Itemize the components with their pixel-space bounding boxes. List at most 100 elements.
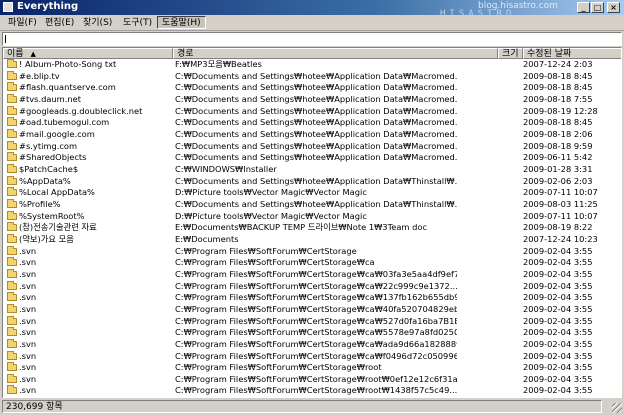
item-name: .svn (19, 280, 37, 291)
item-path: C:₩Program Files₩SoftForum₩CertStorage₩c… (175, 280, 457, 291)
item-name: .svn (19, 245, 37, 256)
item-path: C:₩Documents and Settings₩hotee₩Applicat… (175, 70, 457, 81)
menu-tools[interactable]: 도구(T) (118, 16, 157, 29)
folder-icon (7, 93, 17, 103)
item-name: #SharedObjects (19, 152, 87, 163)
list-item[interactable]: #googleads.g.doubleclick.net C:₩Documents… (3, 105, 621, 118)
item-name: #s.ytimg.com (19, 140, 78, 151)
menu-search[interactable]: 찾기(S) (78, 16, 117, 29)
item-name: #mail.google.com (19, 128, 95, 139)
folder-icon (7, 82, 17, 92)
folder-icon (7, 315, 17, 325)
folder-icon (7, 222, 17, 232)
item-path: F:₩MP3모음₩Beatles (175, 59, 262, 69)
item-date: 2009-02-04 3:55 (523, 280, 593, 291)
resize-grip-icon[interactable] (612, 403, 622, 413)
maximize-button[interactable]: □ (591, 2, 604, 13)
folder-icon (7, 257, 17, 267)
item-date: 2009-08-18 8:45 (523, 117, 593, 128)
list-item[interactable]: .svn C:₩Program Files₩SoftForum₩CertStora… (3, 245, 621, 258)
list-item[interactable]: .svn C:₩Program Files₩SoftForum₩CertStora… (3, 303, 621, 316)
list-item[interactable]: .svn C:₩Program Files₩SoftForum₩CertStora… (3, 327, 621, 339)
list-item[interactable]: #mail.google.com C:₩Documents and Setting… (3, 128, 621, 141)
list-item[interactable]: .svn C:₩Program Files₩SoftForum₩CertStora… (3, 315, 621, 328)
list-item[interactable]: #SharedObjects C:₩Documents and Settings₩… (3, 152, 621, 164)
list-item[interactable]: #oad.tubemogul.com C:₩Documents and Setti… (3, 117, 621, 129)
list-item[interactable]: %AppData% C:₩Documents and Settings₩hotee… (3, 175, 621, 188)
item-name: .svn (19, 257, 37, 268)
item-name: %Local AppData% (19, 187, 95, 198)
item-date: 2009-02-04 3:55 (523, 315, 593, 326)
item-count: 230,699 항목 (2, 400, 602, 413)
item-path: C:₩Program Files₩SoftForum₩CertStorage₩c… (175, 257, 375, 268)
list-item[interactable]: .svn C:₩Program Files₩SoftForum₩CertStora… (3, 268, 621, 281)
item-name: .svn (19, 350, 37, 361)
list-item[interactable]: #flash.quantserve.com C:₩Documents and Se… (3, 82, 621, 94)
list-item[interactable]: .svn C:₩Program Files₩SoftForum₩CertStora… (3, 373, 621, 386)
folder-icon (7, 292, 17, 302)
item-path: C:₩Program Files₩SoftForum₩CertStorage₩c… (175, 303, 457, 314)
title-bar[interactable]: Everything blog.hisastro.com HISASTRO _ … (0, 0, 624, 19)
item-date: 2009-07-11 10:07 (523, 187, 598, 198)
list-item[interactable]: .svn C:₩Program Files₩SoftForum₩CertStora… (3, 362, 621, 374)
item-path: C:₩Program Files₩SoftForum₩CertStorage₩r… (175, 373, 457, 384)
list-item[interactable]: .svn C:₩Program Files₩SoftForum₩CertStora… (3, 292, 621, 304)
item-path: C:₩Documents and Settings₩hotee₩Applicat… (175, 152, 457, 163)
item-name: (약보)가요 모음 (19, 233, 74, 244)
item-name: .svn (19, 303, 37, 314)
folder-icon (7, 385, 17, 395)
item-date: 2009-02-06 2:03 (523, 175, 593, 186)
column-name[interactable]: 이름 ▲ (3, 48, 173, 59)
list-item[interactable]: #e.blip.tv C:₩Documents and Settings₩hote… (3, 70, 621, 83)
list-item[interactable]: %Profile% C:₩Documents and Settings₩hotee… (3, 198, 621, 211)
list-item[interactable]: ! Album-Photo-Song txt F:₩MP3모음₩Beatles 20… (3, 59, 621, 71)
item-name: .svn (19, 362, 37, 373)
list-item[interactable]: %SystemRoot% D:₩Picture tools₩Vector Magi… (3, 210, 621, 223)
item-name: #e.blip.tv (19, 70, 60, 81)
item-path: C:₩Documents and Settings₩hotee₩Applicat… (175, 140, 457, 151)
item-path: C:₩Program Files₩SoftForum₩CertStorage₩c… (175, 350, 457, 361)
folder-icon (7, 187, 17, 197)
close-icon: × (610, 3, 617, 12)
item-date: 2009-02-04 3:55 (523, 362, 593, 373)
list-item[interactable]: (참)전송기술관련 자료 E:₩Documents₩BACKUP TEMP 드라이… (3, 222, 621, 234)
list-item[interactable]: .svn C:₩Program Files₩SoftForum₩CertStora… (3, 385, 621, 397)
list-item[interactable]: $PatchCache$ C:₩WINDOWS₩Installer 2009-01-… (3, 163, 621, 176)
results-list[interactable]: 이름 ▲ 경로 크기 수정된 날짜 ! Album-Photo-Song txt… (2, 47, 622, 398)
list-item[interactable]: #tvs.daum.net C:₩Documents and Settings₩h… (3, 93, 621, 106)
item-date: 2009-02-04 3:55 (523, 373, 593, 384)
folder-icon (7, 362, 17, 372)
menu-file[interactable]: 파일(F) (3, 16, 42, 29)
list-item[interactable]: #s.ytimg.com C:₩Documents and Settings₩ho… (3, 140, 621, 153)
column-path[interactable]: 경로 (173, 48, 498, 59)
list-item[interactable]: .svn C:₩Program Files₩SoftForum₩CertStora… (3, 257, 621, 269)
folder-icon (7, 163, 17, 173)
folder-icon (7, 140, 17, 150)
folder-icon (7, 59, 17, 68)
folder-icon (7, 280, 17, 290)
list-item[interactable]: (약보)가요 모음 E:₩Documents 2007-12-24 10:23 (3, 233, 621, 246)
menu-help[interactable]: 도움말(H) (157, 16, 206, 29)
folder-icon (7, 268, 17, 278)
menu-edit[interactable]: 편집(E) (40, 16, 79, 29)
item-name: #tvs.daum.net (19, 93, 82, 104)
column-size[interactable]: 크기 (498, 48, 523, 59)
folder-icon (7, 233, 17, 243)
item-date: 2009-07-11 10:07 (523, 210, 598, 221)
item-name: .svn (19, 268, 37, 279)
list-item[interactable]: .svn C:₩Program Files₩SoftForum₩CertStora… (3, 338, 621, 351)
search-input[interactable] (2, 32, 622, 46)
item-date: 2009-08-03 11:25 (523, 198, 598, 209)
list-item[interactable]: .svn C:₩Program Files₩SoftForum₩CertStora… (3, 280, 621, 293)
close-button[interactable]: × (607, 2, 620, 13)
list-item[interactable]: .svn C:₩Program Files₩SoftForum₩CertStora… (3, 350, 621, 363)
minimize-button[interactable]: _ (577, 2, 590, 13)
column-date[interactable]: 수정된 날짜 (523, 48, 621, 59)
list-item[interactable]: %Local AppData% D:₩Picture tools₩Vector M… (3, 187, 621, 199)
text-caret (5, 35, 6, 43)
item-date: 2009-02-04 3:55 (523, 350, 593, 361)
minimize-icon: _ (581, 3, 586, 12)
sort-ascending-icon: ▲ (30, 50, 36, 58)
item-path: C:₩Documents and Settings₩hotee₩Applicat… (175, 105, 457, 116)
item-name: #flash.quantserve.com (19, 82, 116, 93)
